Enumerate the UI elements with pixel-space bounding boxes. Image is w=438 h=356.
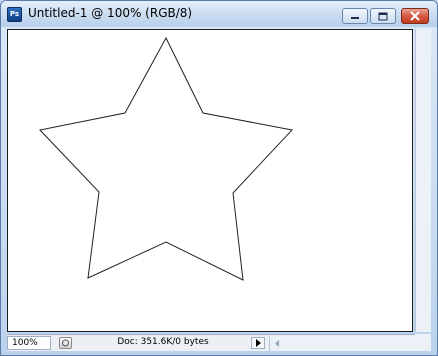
title-bar[interactable]: Ps Untitled-1 @ 100% (RGB/8) xyxy=(1,1,437,27)
star-path[interactable] xyxy=(39,36,293,281)
document-window: Ps Untitled-1 @ 100% (RGB/8) 100% Doc: 3… xyxy=(0,0,438,356)
close-icon xyxy=(410,11,420,21)
canvas-area[interactable] xyxy=(7,29,413,332)
maximize-button[interactable] xyxy=(370,8,396,24)
zoom-field[interactable]: 100% xyxy=(7,336,51,350)
triangle-right-icon xyxy=(256,339,261,347)
canvas[interactable] xyxy=(8,30,412,331)
status-bar: 100% Doc: 351.6K/0 bytes xyxy=(7,334,431,351)
scroll-left-icon[interactable] xyxy=(273,339,281,348)
scroll-corner xyxy=(415,334,431,351)
document-info: Doc: 351.6K/0 bytes xyxy=(117,337,209,347)
status-menu-button[interactable] xyxy=(59,337,72,349)
minimize-icon xyxy=(351,17,359,19)
maximize-icon xyxy=(378,12,388,20)
doc-info-menu-button[interactable] xyxy=(251,337,265,349)
stamp-icon xyxy=(62,339,69,347)
horizontal-scrollbar[interactable] xyxy=(269,336,431,351)
window-title: Untitled-1 @ 100% (RGB/8) xyxy=(28,6,193,20)
vertical-scrollbar[interactable] xyxy=(415,29,431,332)
close-button[interactable] xyxy=(401,8,429,24)
photoshop-icon: Ps xyxy=(7,7,22,22)
minimize-button[interactable] xyxy=(342,8,368,24)
